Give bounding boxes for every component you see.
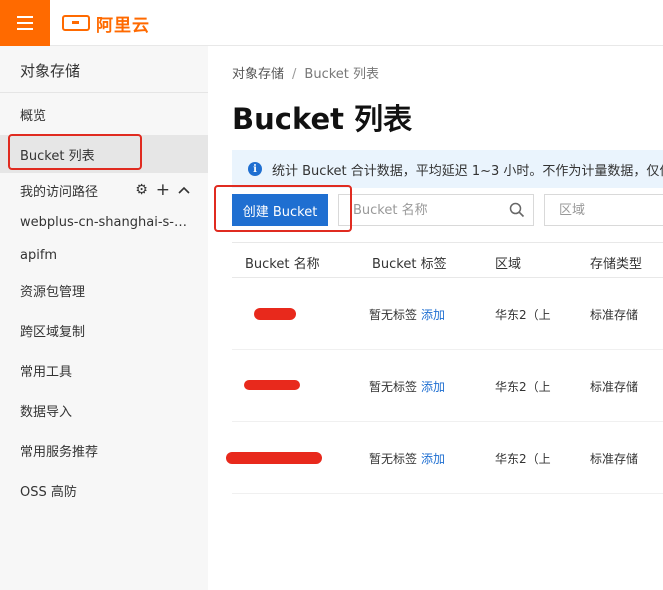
sidebar-item-label: 常用服务推荐 (20, 444, 99, 460)
sidebar-item-overview[interactable]: 概览 (0, 95, 208, 133)
menu-icon[interactable] (0, 0, 50, 46)
recent-paths-label: 我的访问路径 (20, 184, 99, 200)
sidebar-item-label: 常用工具 (20, 364, 73, 380)
sidebar-item-bucket-list[interactable]: Bucket 列表 (0, 135, 208, 173)
sidebar-item-label: webplus-cn-shanghai-s-5d… (20, 214, 192, 230)
sidebar-item-resource-packages[interactable]: 资源包管理 (0, 271, 208, 309)
sidebar-item-label: Bucket 列表 (20, 148, 95, 164)
add-tag-link[interactable]: 添加 (421, 452, 445, 466)
bucket-search-box (338, 194, 534, 226)
table-header: Bucket 名称 Bucket 标签 区域 存储类型 (232, 242, 663, 278)
tag-cell: 暂无标签 添加 (369, 450, 445, 467)
sidebar-title: 对象存储 (20, 62, 81, 80)
info-icon: i (248, 162, 262, 176)
tag-cell: 暂无标签 添加 (369, 306, 445, 323)
breadcrumb: 对象存储 / Bucket 列表 (232, 63, 379, 82)
redacted-bucket-name[interactable] (254, 308, 296, 320)
page-title: Bucket 列表 (232, 102, 413, 136)
chevron-up-icon[interactable] (178, 182, 190, 198)
sidebar-item-recommended-services[interactable]: 常用服务推荐 (0, 431, 208, 469)
create-bucket-button[interactable]: 创建 Bucket (232, 194, 328, 226)
column-header-region: 区域 (495, 257, 522, 272)
top-bar: 阿里云 (0, 0, 663, 46)
region-cell: 华东2（上 (495, 452, 551, 466)
sidebar-item-label: 概览 (20, 108, 47, 124)
region-input[interactable] (545, 195, 663, 225)
column-header-storage-class: 存储类型 (590, 257, 643, 272)
storage-class-cell: 标准存储 (590, 452, 639, 466)
logo-icon (62, 15, 90, 31)
tag-empty-text: 暂无标签 (369, 380, 418, 394)
bucket-table: Bucket 名称 Bucket 标签 区域 存储类型 暂无标签 添加 华东2（上… (226, 242, 663, 494)
bucket-search-input[interactable] (339, 195, 503, 225)
plus-icon[interactable]: + (156, 180, 170, 200)
tag-empty-text: 暂无标签 (369, 308, 418, 322)
storage-class-cell: 标准存储 (590, 308, 639, 322)
redacted-bucket-name[interactable] (244, 380, 300, 390)
table-row: 暂无标签 添加 华东2（上 标准存储 (232, 350, 663, 422)
sidebar-item-label: 资源包管理 (20, 284, 86, 300)
sidebar-item-cross-region-replication[interactable]: 跨区域复制 (0, 311, 208, 349)
sidebar-item-oss-ddos[interactable]: OSS 高防 (0, 471, 208, 509)
column-header-name[interactable]: Bucket 名称 (245, 253, 320, 272)
breadcrumb-current: Bucket 列表 (304, 67, 380, 82)
tag-empty-text: 暂无标签 (369, 452, 418, 466)
column-header-tags: Bucket 标签 (372, 257, 447, 272)
breadcrumb-root[interactable]: 对象存储 (232, 67, 284, 82)
notice-text: 统计 Bucket 合计数据，平均延迟 1~3 小时。不作为计量数据，仅作参考 (272, 163, 663, 179)
info-notice: i 统计 Bucket 合计数据，平均延迟 1~3 小时。不作为计量数据，仅作参… (232, 150, 663, 188)
breadcrumb-separator: / (292, 67, 297, 82)
logo-text: 阿里云 (96, 15, 150, 36)
storage-class-cell: 标准存储 (590, 380, 639, 394)
sidebar-item-label: apifm (20, 247, 58, 263)
region-cell: 华东2（上 (495, 308, 551, 322)
sidebar: 对象存储 概览 Bucket 列表 我的访问路径 ⚙ + webplus-cn-… (0, 46, 208, 590)
aliyun-logo[interactable]: 阿里云 (62, 11, 150, 36)
region-cell: 华东2（上 (495, 380, 551, 394)
add-tag-link[interactable]: 添加 (421, 308, 445, 322)
search-icon[interactable] (509, 202, 525, 218)
tag-cell: 暂无标签 添加 (369, 378, 445, 395)
sidebar-item-label: 跨区域复制 (20, 324, 86, 340)
main-content: 对象存储 / Bucket 列表 Bucket 列表 i 统计 Bucket 合计数… (208, 46, 663, 590)
sidebar-item-label: 数据导入 (20, 404, 73, 420)
sidebar-divider (0, 92, 208, 93)
sidebar-item-data-import[interactable]: 数据导入 (0, 391, 208, 429)
table-row: 暂无标签 添加 华东2（上 标准存储 (232, 278, 663, 350)
sidebar-item-tools[interactable]: 常用工具 (0, 351, 208, 389)
sidebar-item-label: OSS 高防 (20, 484, 77, 500)
region-select[interactable] (544, 194, 663, 226)
sidebar-item-recent-apifm[interactable]: apifm (0, 236, 208, 274)
redacted-bucket-name[interactable] (226, 452, 322, 464)
gear-icon[interactable]: ⚙ (135, 182, 148, 198)
table-row: 暂无标签 添加 华东2（上 标准存储 (226, 422, 663, 494)
add-tag-link[interactable]: 添加 (421, 380, 445, 394)
